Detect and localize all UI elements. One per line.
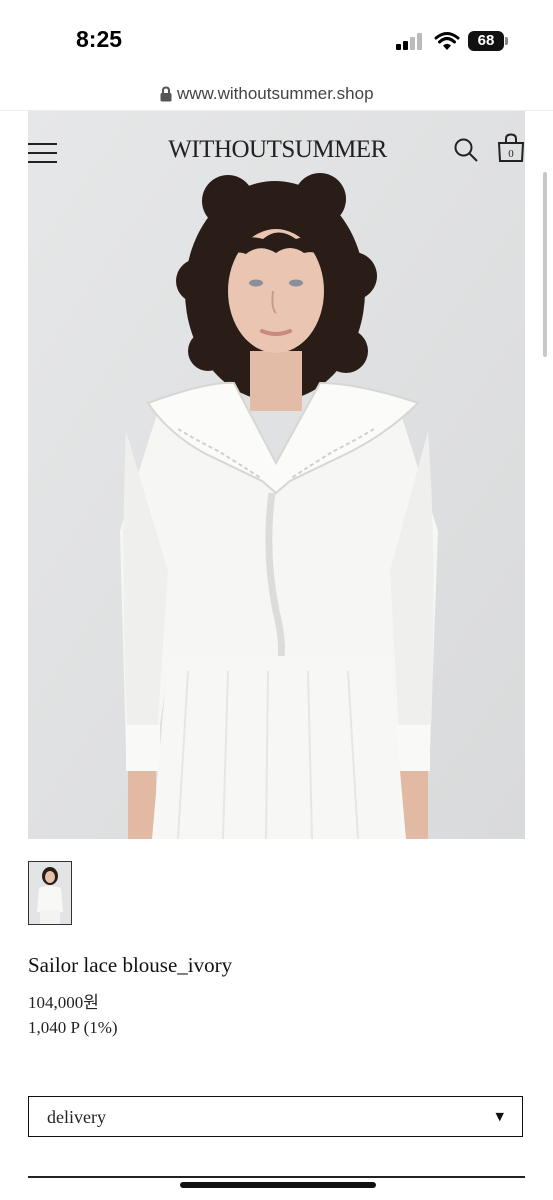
delivery-select[interactable]: delivery ▼ <box>28 1096 523 1137</box>
site-header: WITHOUTSUMMER 0 <box>28 111 525 191</box>
product-price: 104,000원 <box>28 993 99 1012</box>
section-divider <box>28 1176 525 1178</box>
browser-url-bar[interactable]: www.withoutsummer.shop <box>0 80 553 111</box>
delivery-select-label: delivery <box>47 1107 106 1127</box>
hamburger-menu-icon[interactable] <box>28 143 57 163</box>
product-name: Sailor lace blouse_ivory <box>28 953 233 977</box>
url-text[interactable]: www.withoutsummer.shop <box>177 84 374 104</box>
battery-indicator: 68 <box>468 31 504 51</box>
status-time: 8:25 <box>76 26 123 52</box>
home-indicator[interactable] <box>180 1182 376 1188</box>
status-bar: 8:25 68 <box>0 0 553 80</box>
site-logo[interactable]: WITHOUTSUMMER <box>165 136 390 164</box>
page-scrollbar[interactable] <box>543 172 547 357</box>
dropdown-arrow-icon: ▼ <box>495 1110 504 1123</box>
product-hero-image[interactable]: WITHOUTSUMMER 0 <box>28 111 525 839</box>
thumbnail-image <box>29 862 71 924</box>
product-points: 1,040 P (1%) <box>28 1018 118 1037</box>
cart-count: 0 <box>508 148 514 160</box>
cellular-signal-icon <box>396 32 426 50</box>
product-thumbnail[interactable] <box>28 861 72 925</box>
shopping-bag-icon[interactable]: 0 <box>497 133 525 163</box>
wifi-icon <box>434 32 460 50</box>
lock-icon <box>160 86 172 102</box>
search-icon[interactable] <box>453 137 479 163</box>
model-photo <box>28 111 525 839</box>
battery-tip <box>505 37 508 45</box>
